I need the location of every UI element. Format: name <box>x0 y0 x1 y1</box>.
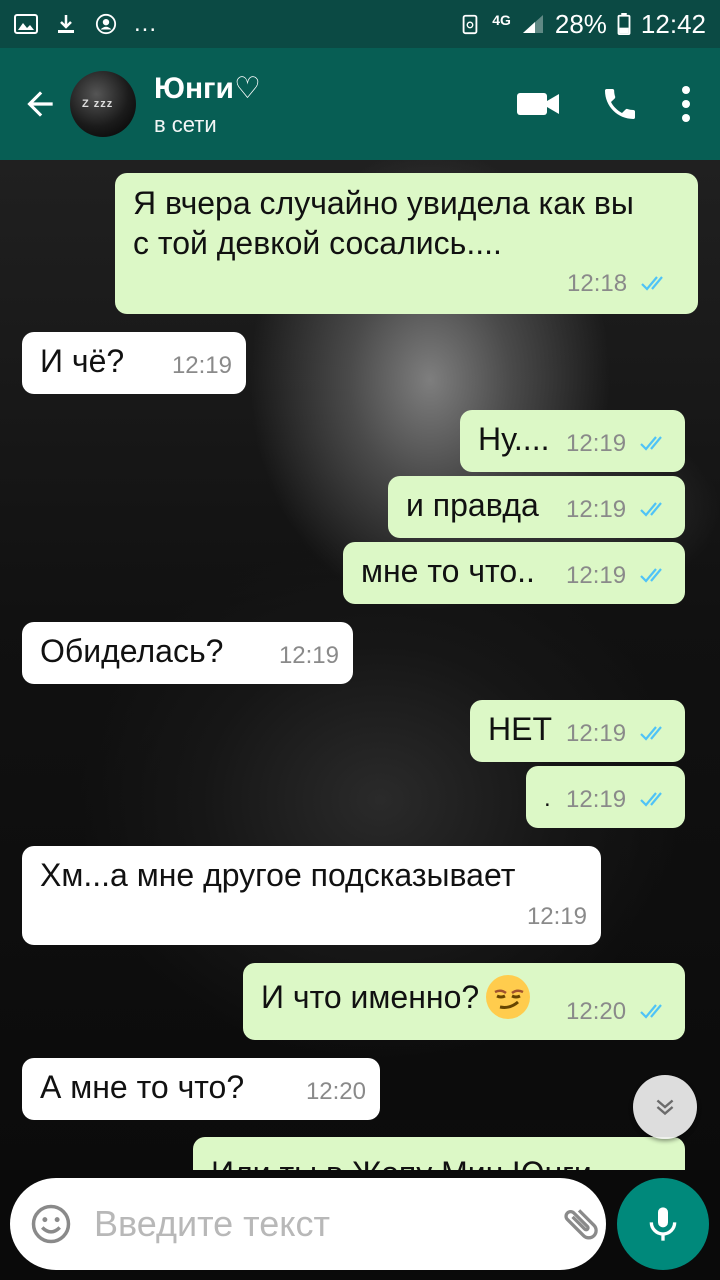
read-ticks-icon <box>640 435 662 451</box>
phone-call-icon <box>605 89 635 119</box>
chat-header: Юнги♡ в сети <box>0 48 720 160</box>
message-incoming[interactable]: Обиделась? 12:19 <box>22 622 353 684</box>
chat-area[interactable]: Я вчера случайно увидела как вы с той де… <box>0 160 720 1170</box>
voice-record-button[interactable] <box>617 1178 709 1270</box>
message-text: Ну.... <box>478 421 550 457</box>
read-ticks-icon <box>640 1003 662 1019</box>
battery-icon <box>617 13 631 35</box>
message-text: НЕТ <box>488 711 552 747</box>
message-time: 12:19 <box>526 903 587 930</box>
message-text: и правда <box>406 487 539 523</box>
data-saver-icon <box>462 14 478 35</box>
back-button[interactable] <box>10 74 70 134</box>
message-text: И что именно? <box>261 979 480 1015</box>
smirk-emoji-icon <box>486 974 531 1019</box>
message-time: 12:18 <box>567 270 628 297</box>
account-notification-icon <box>95 13 117 35</box>
read-ticks-icon <box>640 791 662 807</box>
message-time: 12:19 <box>566 430 627 457</box>
back-arrow-icon <box>27 91 53 117</box>
video-call-icon <box>517 93 559 115</box>
message-time: 12:19 <box>566 786 627 813</box>
avatar[interactable] <box>70 71 136 137</box>
download-notification-icon <box>58 15 74 33</box>
battery-percent: 28% <box>554 8 607 39</box>
message-text: Я вчера случайно увидела как вы с той де… <box>133 185 634 261</box>
emoji-button[interactable] <box>30 1202 72 1246</box>
gallery-notification-icon <box>14 14 38 34</box>
message-text: И чё? <box>40 343 125 379</box>
emoji-face-icon <box>31 1204 71 1244</box>
read-ticks-icon <box>640 725 662 741</box>
message-text: Хм...а мне другое подсказывает <box>40 857 516 893</box>
message-compose-bar <box>10 1178 666 1270</box>
message-outgoing[interactable]: мне то что.. 12:19 <box>343 542 685 604</box>
message-time: 12:20 <box>305 1078 366 1105</box>
message-text: Или ты в Жопу Мин Юнги <box>211 1155 592 1170</box>
message-time: 12:19 <box>278 642 339 669</box>
signal-icon <box>522 15 543 33</box>
scroll-down-button[interactable] <box>633 1075 697 1139</box>
message-outgoing[interactable]: Ну.... 12:19 <box>460 410 685 472</box>
status-bar: ... 4G 28% 12:42 <box>0 0 720 48</box>
message-text: А мне то что? <box>40 1069 245 1105</box>
message-incoming[interactable]: Хм...а мне другое подсказывает 12:19 <box>22 846 601 945</box>
message-time: 12:19 <box>566 496 627 523</box>
message-time: 12:19 <box>566 720 627 747</box>
network-type: 4G <box>492 12 511 28</box>
more-vert-icon <box>682 86 690 122</box>
contact-status: в сети <box>154 111 217 137</box>
read-ticks-icon <box>641 275 663 291</box>
voice-call-button[interactable] <box>600 84 640 124</box>
message-text: мне то что.. <box>361 553 535 589</box>
read-ticks-icon <box>640 567 662 583</box>
read-ticks-icon <box>640 501 662 517</box>
contact-name: Юнги♡ <box>154 71 261 105</box>
contact-info[interactable]: Юнги♡ в сети <box>154 71 516 138</box>
paperclip-icon <box>564 1209 598 1240</box>
video-call-button[interactable] <box>516 89 560 119</box>
message-time: 12:20 <box>566 998 627 1025</box>
message-text: Обиделась? <box>40 633 224 669</box>
message-outgoing[interactable]: . 12:19 <box>526 766 685 828</box>
message-incoming[interactable]: И чё? 12:19 <box>22 332 246 394</box>
message-input[interactable] <box>94 1203 559 1245</box>
message-outgoing[interactable]: Или ты в Жопу Мин Юнги <box>193 1137 685 1170</box>
message-text: . <box>544 785 551 812</box>
microphone-icon <box>649 1207 677 1241</box>
message-outgoing[interactable]: НЕТ 12:19 <box>470 700 685 762</box>
message-incoming[interactable]: А мне то что? 12:20 <box>22 1058 380 1120</box>
more-options-button[interactable] <box>680 84 692 124</box>
more-notifications-indicator: ... <box>134 10 158 37</box>
message-time: 12:19 <box>566 562 627 589</box>
message-outgoing[interactable]: Я вчера случайно увидела как вы с той де… <box>115 173 698 314</box>
attach-button[interactable] <box>559 1198 603 1250</box>
double-chevron-down-icon <box>656 1099 674 1116</box>
status-time: 12:42 <box>640 8 706 39</box>
message-outgoing[interactable]: И что именно? 12:20 <box>243 963 685 1040</box>
message-outgoing[interactable]: и правда 12:19 <box>388 476 685 538</box>
message-time: 12:19 <box>171 352 232 379</box>
